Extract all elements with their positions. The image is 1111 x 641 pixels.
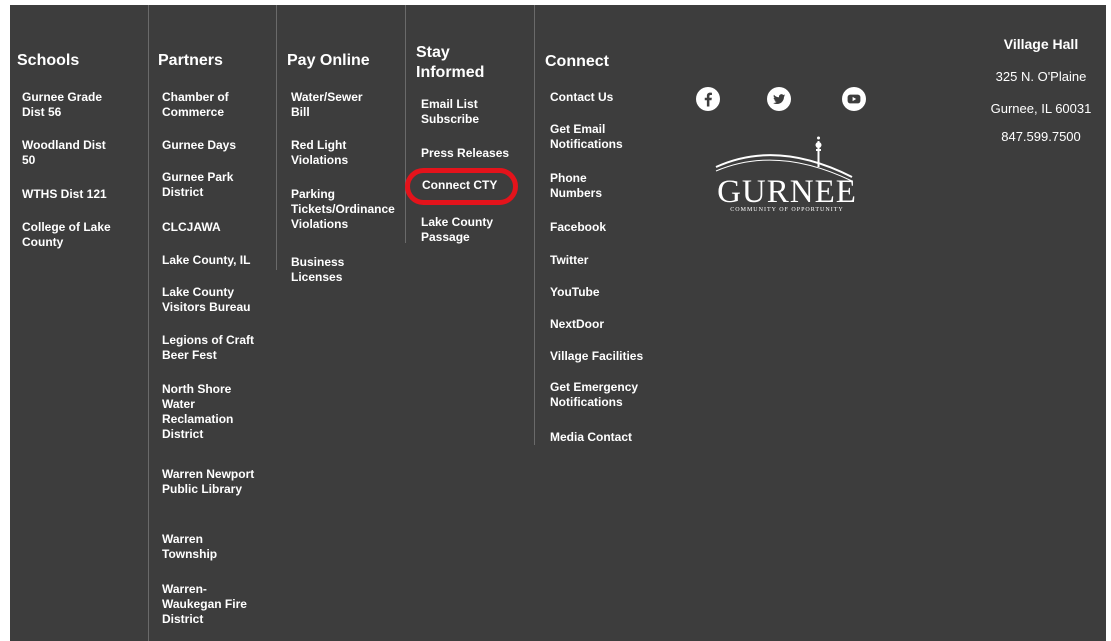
link-village-facilities[interactable]: Village Facilities (550, 349, 665, 364)
link-get-email-notifications[interactable]: Get Email Notifications (550, 122, 650, 152)
link-college-of-lake-county[interactable]: College of Lake County (22, 220, 122, 250)
partners-column: Partners Chamber of Commerce Gurnee Days… (148, 5, 277, 641)
link-connect-cty[interactable]: Connect CTY (422, 178, 522, 193)
link-water-sewer-bill[interactable]: Water/Sewer Bill (291, 90, 376, 120)
link-business-licenses[interactable]: Business Licenses (291, 255, 376, 285)
site-footer: Schools Gurnee Grade Dist 56 Woodland Di… (10, 5, 1106, 641)
partners-title: Partners (158, 52, 223, 69)
gurnee-logo-graphic: GURNEE COMMUNITY OF OPPORTUNITY (715, 136, 857, 213)
link-contact-us[interactable]: Contact Us (550, 90, 660, 105)
link-lake-county-visitors-bureau[interactable]: Lake County Visitors Bureau (162, 285, 274, 315)
link-media-contact[interactable]: Media Contact (550, 430, 660, 445)
village-hall-phone: 847.599.7500 (1001, 129, 1081, 144)
schools-column: Schools Gurnee Grade Dist 56 Woodland Di… (10, 5, 148, 641)
link-parking-tickets-ordinance-violations[interactable]: Parking Tickets/Ordinance Violations (291, 187, 403, 232)
link-gurnee-park-district[interactable]: Gurnee Park District (162, 170, 257, 200)
pay-online-title: Pay Online (287, 52, 370, 69)
pay-online-column: Pay Online Water/Sewer Bill Red Light Vi… (276, 5, 406, 284)
village-hall-address-line2: Gurnee, IL 60031 (990, 101, 1092, 116)
stay-informed-title: Stay Informed (416, 44, 485, 81)
connect-title: Connect (545, 53, 609, 70)
twitter-icon[interactable] (767, 87, 791, 111)
village-hall-address-line1: 325 N. O'Plaine (995, 69, 1087, 84)
link-red-light-violations[interactable]: Red Light Violations (291, 138, 376, 168)
link-press-releases[interactable]: Press Releases (421, 146, 531, 161)
stay-informed-column: Stay Informed Email List Subscribe Press… (405, 5, 535, 245)
village-hall-title: Village Hall (1003, 36, 1079, 52)
link-gurnee-grade-dist-56[interactable]: Gurnee Grade Dist 56 (22, 90, 112, 120)
link-nextdoor[interactable]: NextDoor (550, 317, 660, 332)
link-woodland-dist-50[interactable]: Woodland Dist 50 (22, 138, 112, 168)
link-clcjawa[interactable]: CLCJAWA (162, 220, 272, 235)
link-wths-dist-121[interactable]: WTHS Dist 121 (22, 187, 132, 202)
facebook-icon[interactable] (696, 87, 720, 111)
link-phone-numbers[interactable]: Phone Numbers (550, 171, 630, 201)
logo-wordmark: GURNEE (717, 174, 857, 210)
link-gurnee-days[interactable]: Gurnee Days (162, 138, 272, 153)
schools-title: Schools (17, 52, 80, 69)
youtube-icon[interactable] (842, 87, 866, 111)
link-chamber-of-commerce[interactable]: Chamber of Commerce (162, 90, 257, 120)
gurnee-logo: GURNEE COMMUNITY OF OPPORTUNITY (702, 133, 872, 213)
logo-tagline: COMMUNITY OF OPPORTUNITY (730, 207, 843, 213)
link-warren-waukegan-fire-district[interactable]: Warren-Waukegan Fire District (162, 582, 257, 627)
connect-column: Connect Contact Us Get Email Notificatio… (534, 5, 670, 445)
link-get-emergency-notifications[interactable]: Get Emergency Notifications (550, 380, 660, 410)
link-email-list-subscribe[interactable]: Email List Subscribe (421, 97, 501, 127)
link-lake-county-il[interactable]: Lake County, IL (162, 253, 272, 268)
link-warren-newport-public-library[interactable]: Warren Newport Public Library (162, 467, 257, 497)
link-legions-of-craft-beer-fest[interactable]: Legions of Craft Beer Fest (162, 333, 262, 363)
link-youtube[interactable]: YouTube (550, 285, 660, 300)
link-lake-county-passage[interactable]: Lake County Passage (421, 215, 501, 245)
link-north-shore-water-reclamation-district[interactable]: North Shore Water Reclamation District (162, 382, 242, 442)
link-facebook[interactable]: Facebook (550, 220, 660, 235)
link-warren-township[interactable]: Warren Township (162, 532, 242, 562)
link-twitter[interactable]: Twitter (550, 253, 660, 268)
